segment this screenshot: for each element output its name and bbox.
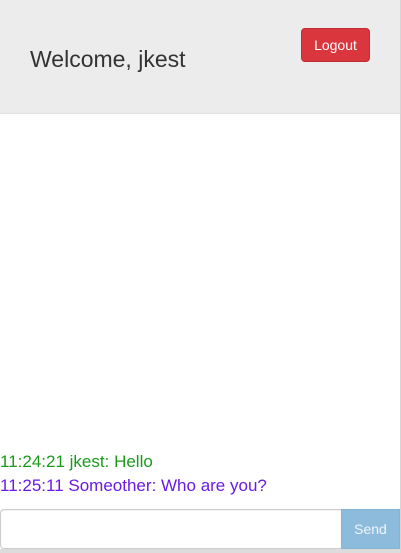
chat-message: 11:24:21 jkest: Hello	[0, 452, 153, 471]
message-text: Who are you?	[161, 476, 267, 495]
message-list: 11:24:21 jkest: Hello 11:25:11 Someother:…	[0, 114, 400, 508]
message-author: jkest	[69, 452, 105, 471]
message-text: Hello	[114, 452, 153, 471]
header: Welcome, jkest Logout	[0, 0, 400, 114]
message-timestamp: 11:25:11	[0, 476, 64, 495]
send-button[interactable]: Send	[341, 509, 400, 549]
message-composer: Send	[0, 509, 400, 549]
message-author: Someother	[68, 476, 152, 495]
chat-message: 11:25:11 Someother: Who are you?	[0, 476, 267, 495]
logout-button[interactable]: Logout	[301, 28, 370, 62]
message-input[interactable]	[0, 509, 341, 549]
welcome-title: Welcome, jkest	[30, 46, 186, 72]
chat-app: Welcome, jkest Logout 11:24:21 jkest: He…	[0, 0, 401, 553]
message-timestamp: 11:24:21	[0, 452, 65, 471]
bottom-divider	[0, 549, 400, 553]
